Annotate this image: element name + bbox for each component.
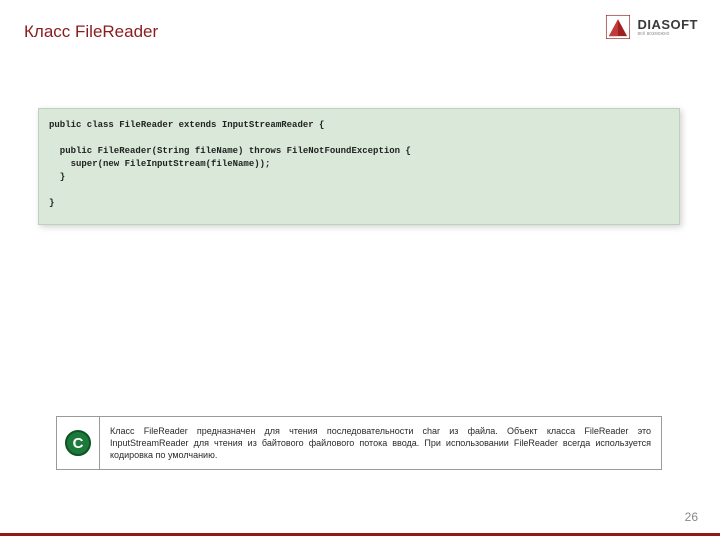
class-icon: C (65, 430, 91, 456)
page-title: Класс FileReader (24, 22, 158, 42)
footer-accent-line (0, 533, 720, 536)
logo-tagline: всё возможно (637, 32, 698, 37)
code-block: public class FileReader extends InputStr… (38, 108, 680, 225)
note-text: Класс FileReader предназначен для чтения… (99, 417, 661, 469)
note-box: C Класс FileReader предназначен для чтен… (56, 416, 662, 470)
brand-logo: DIASOFT всё возможно (605, 14, 698, 40)
page-number: 26 (685, 510, 698, 524)
note-icon-cell: C (57, 417, 99, 469)
diasoft-logo-icon (605, 14, 631, 40)
logo-text: DIASOFT (637, 18, 698, 31)
